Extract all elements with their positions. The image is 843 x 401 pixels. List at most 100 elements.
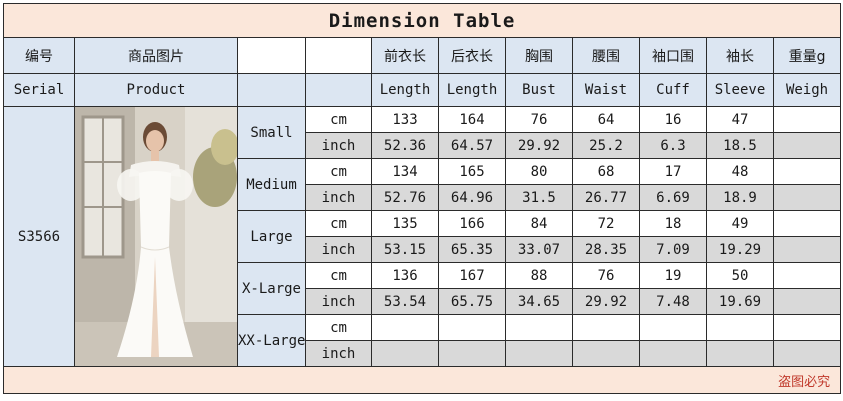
measure-cell: 25.2 <box>572 132 640 159</box>
measure-cell: 19 <box>639 262 707 289</box>
measure-cell: 52.36 <box>371 132 439 159</box>
size-label: X-Large <box>237 262 306 315</box>
measure-cell: 7.48 <box>639 288 707 315</box>
measure-cell: 18.9 <box>706 184 774 211</box>
measure-cell <box>772 288 842 315</box>
measure-cell: 16 <box>639 106 707 133</box>
measure-cell <box>772 340 842 367</box>
measure-cell: 47 <box>706 106 774 133</box>
header-cn-cell: 商品图片 <box>74 37 238 74</box>
header-cn-cell: 重量g <box>772 37 842 74</box>
measure-cell: 165 <box>438 158 506 185</box>
size-label: Medium <box>237 158 306 211</box>
unit-label: cm <box>305 262 372 289</box>
measure-cell <box>639 340 707 367</box>
product-photo <box>74 106 238 367</box>
dimension-table-sheet: Dimension Table 编号 商品图片 前衣长 后衣长 胸围 腰围 袖口围 袖长 重量g… <box>2 3 842 398</box>
unit-label: inch <box>305 288 372 315</box>
measure-cell <box>706 314 774 341</box>
measure-cell: 29.92 <box>505 132 573 159</box>
footer-row: 盗图必究 <box>2 366 842 394</box>
measure-cell: 64 <box>572 106 640 133</box>
header-en-cell: Weigh <box>772 73 842 107</box>
measure-cell <box>438 314 506 341</box>
header-cn-cell: 腰围 <box>572 37 640 74</box>
header-cn-cell: 编号 <box>3 37 75 74</box>
measure-cell: 17 <box>639 158 707 185</box>
measure-cell: 80 <box>505 158 573 185</box>
unit-label: inch <box>305 340 372 367</box>
measure-cell <box>772 158 842 185</box>
measure-cell <box>438 340 506 367</box>
measure-cell: 28.35 <box>572 236 640 263</box>
measure-cell: 6.69 <box>639 184 707 211</box>
measure-cell: 48 <box>706 158 774 185</box>
measure-cell: 136 <box>371 262 439 289</box>
measure-cell: 65.35 <box>438 236 506 263</box>
measure-cell <box>706 340 774 367</box>
size-label: Small <box>237 106 306 159</box>
measure-cell: 167 <box>438 262 506 289</box>
table-title: Dimension Table <box>2 3 842 38</box>
header-en-cell: Sleeve <box>706 73 774 107</box>
header-cn-cell: 前衣长 <box>371 37 439 74</box>
measure-cell: 19.69 <box>706 288 774 315</box>
measure-cell: 49 <box>706 210 774 237</box>
header-cn-cell: 袖口围 <box>639 37 707 74</box>
size-label: Large <box>237 210 306 263</box>
measure-cell: 29.92 <box>572 288 640 315</box>
unit-label: cm <box>305 158 372 185</box>
measure-cell: 33.07 <box>505 236 573 263</box>
unit-label: inch <box>305 236 372 263</box>
measure-cell: 133 <box>371 106 439 133</box>
measure-cell: 53.15 <box>371 236 439 263</box>
size-label: XX-Large <box>237 314 306 367</box>
measure-cell <box>371 340 439 367</box>
measure-cell <box>772 106 842 133</box>
header-row-chinese: 编号 商品图片 前衣长 后衣长 胸围 腰围 袖口围 袖长 重量g <box>3 37 842 74</box>
measure-cell <box>505 314 573 341</box>
header-en-cell: Bust <box>505 73 573 107</box>
measure-cell: 64.57 <box>438 132 506 159</box>
header-row-english: Serial Product Length Length Bust Waist Cuff Sl… <box>3 73 842 107</box>
footer-watermark-text: 盗图必究 <box>2 366 842 394</box>
measure-cell: 31.5 <box>505 184 573 211</box>
unit-label: cm <box>305 106 372 133</box>
header-en-cell <box>237 73 306 107</box>
header-en-cell: Waist <box>572 73 640 107</box>
measure-cell: 135 <box>371 210 439 237</box>
measure-cell <box>639 314 707 341</box>
measure-cell <box>572 314 640 341</box>
measure-cell: 84 <box>505 210 573 237</box>
measure-cell: 18 <box>639 210 707 237</box>
unit-label: cm <box>305 210 372 237</box>
measure-cell <box>772 236 842 263</box>
measure-cell <box>772 314 842 341</box>
header-en-cell: Length <box>371 73 439 107</box>
measure-cell: 34.65 <box>505 288 573 315</box>
header-cn-cell <box>237 37 306 74</box>
measure-cell <box>505 340 573 367</box>
measure-cell: 164 <box>438 106 506 133</box>
unit-label: cm <box>305 314 372 341</box>
measure-cell <box>772 210 842 237</box>
measure-cell: 72 <box>572 210 640 237</box>
product-photo-image <box>75 107 237 366</box>
header-cn-cell: 后衣长 <box>438 37 506 74</box>
header-en-cell: Cuff <box>639 73 707 107</box>
unit-label: inch <box>305 132 372 159</box>
measure-cell: 50 <box>706 262 774 289</box>
measure-cell: 19.29 <box>706 236 774 263</box>
measure-cell <box>371 314 439 341</box>
header-cn-cell: 袖长 <box>706 37 774 74</box>
measure-cell: 76 <box>572 262 640 289</box>
measure-cell: 6.3 <box>639 132 707 159</box>
measure-cell: 18.5 <box>706 132 774 159</box>
header-cn-cell: 胸围 <box>505 37 573 74</box>
measure-cell <box>772 184 842 211</box>
measure-cell: 52.76 <box>371 184 439 211</box>
measure-cell <box>772 132 842 159</box>
measure-cell: 76 <box>505 106 573 133</box>
dimension-table: Dimension Table 编号 商品图片 前衣长 后衣长 胸围 腰围 袖口围 袖长 重量g… <box>2 3 842 394</box>
measure-cell: 88 <box>505 262 573 289</box>
